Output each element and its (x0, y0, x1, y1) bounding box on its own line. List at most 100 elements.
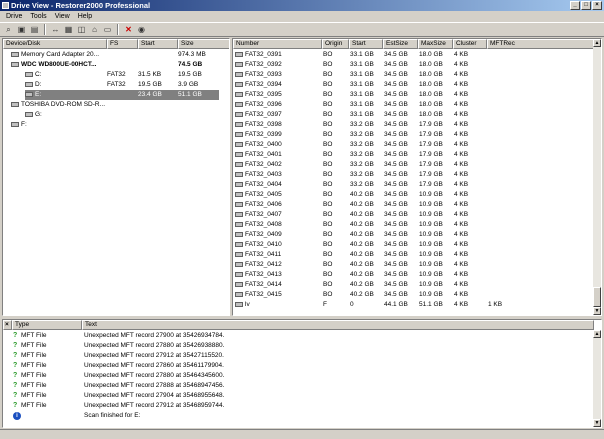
volume-row[interactable]: FAT32_0399 BO 33.2 GB 34.5 GB 17.9 GB 4 KB (233, 130, 593, 140)
scroll-down-button[interactable]: ▼ (593, 419, 601, 427)
menu-drive[interactable]: Drive (2, 11, 26, 22)
vol-number-text: FAT32_0397 (245, 111, 282, 118)
volume-row[interactable]: FAT32_0402 BO 33.2 GB 34.5 GB 17.9 GB 4 KB (233, 160, 593, 170)
drive-row[interactable]: C: FAT32 31.5 KB 19.5 GB (3, 70, 229, 80)
scroll-thumb[interactable] (593, 287, 601, 307)
volume-row[interactable]: lv F 0 44.1 GB 51.1 GB 4 KB 1 KB (233, 300, 593, 310)
drive-row[interactable]: D: FAT32 19.5 GB 3.9 GB (3, 80, 229, 90)
log-row[interactable]: ? MFT File Unexpected MFT record 27860 at … (3, 361, 593, 371)
volume-row[interactable]: FAT32_0392 BO 33.1 GB 34.5 GB 18.0 GB 4 KB (233, 60, 593, 70)
log-type: ? MFT File (13, 361, 83, 371)
vol-cluster: 4 KB (454, 140, 487, 150)
vol-number: FAT32_0406 (235, 200, 322, 210)
volume-scrollbar[interactable]: ▲ ▼ (593, 39, 601, 315)
volume-row[interactable]: FAT32_0405 BO 40.2 GB 34.5 GB 10.9 GB 4 KB (233, 190, 593, 200)
log-scrollbar[interactable]: ▲ ▼ (593, 330, 601, 427)
log-row[interactable]: ? MFT File Unexpected MFT record 27912 at … (3, 401, 593, 411)
volume-row[interactable]: FAT32_0408 BO 40.2 GB 34.5 GB 10.9 GB 4 KB (233, 220, 593, 230)
vol-number: FAT32_0409 (235, 230, 322, 240)
scan-icon[interactable]: ⌕ (3, 24, 14, 35)
log-row[interactable]: ? MFT File Unexpected MFT record 27880 at … (3, 371, 593, 381)
arrows-icon[interactable]: ↔ (50, 24, 61, 35)
scroll-down-button[interactable]: ▼ (593, 307, 601, 315)
volume-icon (235, 91, 243, 97)
vol-start: 40.2 GB (350, 200, 383, 210)
print-icon[interactable]: ▤ (29, 24, 40, 35)
vol-cluster: 4 KB (454, 180, 487, 190)
volume-row[interactable]: FAT32_0407 BO 40.2 GB 34.5 GB 10.9 GB 4 KB (233, 210, 593, 220)
volume-row[interactable]: FAT32_0391 BO 33.1 GB 34.5 GB 18.0 GB 4 KB (233, 50, 593, 60)
scroll-up-button[interactable]: ▲ (593, 330, 601, 338)
vol-origin: BO (323, 100, 349, 110)
volume-row[interactable]: FAT32_0393 BO 33.1 GB 34.5 GB 18.0 GB 4 KB (233, 70, 593, 80)
col-estsize[interactable]: EstSize (383, 39, 418, 49)
folder-icon[interactable]: ⌂ (89, 24, 100, 35)
drive-row[interactable]: Memory Card Adapter 20... 974.3 MB (3, 50, 229, 60)
volume-row[interactable]: FAT32_0400 BO 33.2 GB 34.5 GB 17.9 GB 4 KB (233, 140, 593, 150)
col-maxsize[interactable]: MaxSize (418, 39, 453, 49)
volume-row[interactable]: FAT32_0397 BO 33.1 GB 34.5 GB 18.0 GB 4 KB (233, 110, 593, 120)
vol-estsize-text: 34.5 GB (384, 151, 408, 158)
col-number[interactable]: Number (233, 39, 322, 49)
vol-maxsize: 17.9 GB (419, 130, 453, 140)
open-icon[interactable]: ▣ (16, 24, 27, 35)
volume-row[interactable]: FAT32_0414 BO 40.2 GB 34.5 GB 10.9 GB 4 KB (233, 280, 593, 290)
vol-cluster-text: 4 KB (454, 121, 469, 128)
volume-row[interactable]: FAT32_0412 BO 40.2 GB 34.5 GB 10.9 GB 4 KB (233, 260, 593, 270)
volume-row[interactable]: FAT32_0401 BO 33.2 GB 34.5 GB 17.9 GB 4 KB (233, 150, 593, 160)
drive-row[interactable]: WDC WD800UE-00HCT... 74.5 GB (3, 60, 229, 70)
scroll-up-button[interactable]: ▲ (593, 39, 601, 47)
minimize-button[interactable]: _ (570, 1, 580, 10)
volume-row[interactable]: FAT32_0403 BO 33.2 GB 34.5 GB 17.9 GB 4 KB (233, 170, 593, 180)
menu-tools[interactable]: Tools (26, 11, 50, 22)
menu-help[interactable]: Help (74, 11, 96, 22)
log-row[interactable]: ? MFT File Unexpected MFT record 27880 at … (3, 341, 593, 351)
vol-maxsize: 17.9 GB (419, 170, 453, 180)
col-cluster[interactable]: Cluster (453, 39, 487, 49)
vol-start-text: 33.1 GB (350, 51, 374, 58)
volume-row[interactable]: FAT32_0398 BO 33.2 GB 34.5 GB 17.9 GB 4 KB (233, 120, 593, 130)
maximize-button[interactable]: □ (581, 1, 591, 10)
vol-maxsize-text: 10.9 GB (419, 291, 443, 298)
drive-row[interactable]: E: 23.4 GB 51.1 GB (25, 90, 219, 100)
volume-row[interactable]: FAT32_0415 BO 40.2 GB 34.5 GB 10.9 GB 4 KB (233, 290, 593, 300)
vol-estsize-text: 34.5 GB (384, 101, 408, 108)
log-row[interactable]: ? MFT File Unexpected MFT record 27912 at … (3, 351, 593, 361)
vol-start-text: 40.2 GB (350, 211, 374, 218)
col-fs[interactable]: FS (107, 39, 138, 49)
disk-icon[interactable]: ◫ (76, 24, 87, 35)
col-start[interactable]: Start (138, 39, 178, 49)
volume-row[interactable]: FAT32_0404 BO 33.2 GB 34.5 GB 17.9 GB 4 KB (233, 180, 593, 190)
volume-row[interactable]: FAT32_0406 BO 40.2 GB 34.5 GB 10.9 GB 4 KB (233, 200, 593, 210)
col-start[interactable]: Start (349, 39, 383, 49)
col-origin[interactable]: Origin (322, 39, 349, 49)
col-text[interactable]: Text (82, 320, 594, 330)
menu-view[interactable]: View (51, 11, 74, 22)
volume-row[interactable]: FAT32_0410 BO 40.2 GB 34.5 GB 10.9 GB 4 KB (233, 240, 593, 250)
properties-icon[interactable]: ◉ (136, 24, 147, 35)
drive-row[interactable]: TOSHIBA DVD-ROM SD-R... (3, 100, 229, 110)
col-type[interactable]: Type (12, 320, 82, 330)
volume-row[interactable]: FAT32_0396 BO 33.1 GB 34.5 GB 18.0 GB 4 KB (233, 100, 593, 110)
volume-row[interactable]: FAT32_0413 BO 40.2 GB 34.5 GB 10.9 GB 4 KB (233, 270, 593, 280)
delete-icon[interactable]: ✕ (123, 24, 134, 35)
col-device-disk[interactable]: Device/Disk (3, 39, 107, 49)
log-row[interactable]: ? MFT File Unexpected MFT record 27900 at … (3, 331, 593, 341)
vol-estsize-text: 34.5 GB (384, 191, 408, 198)
log-row[interactable]: ? MFT File Unexpected MFT record 27904 at … (3, 391, 593, 401)
volume-row[interactable]: FAT32_0411 BO 40.2 GB 34.5 GB 10.9 GB 4 KB (233, 250, 593, 260)
vol-cluster-text: 4 KB (454, 141, 469, 148)
volume-row[interactable]: FAT32_0409 BO 40.2 GB 34.5 GB 10.9 GB 4 KB (233, 230, 593, 240)
save-icon[interactable]: ▦ (63, 24, 74, 35)
close-button[interactable]: × (592, 1, 602, 10)
close-log-icon[interactable]: × (3, 320, 12, 330)
col-size[interactable]: Size (178, 39, 229, 49)
log-row[interactable]: ? MFT File Unexpected MFT record 27888 at … (3, 381, 593, 391)
volume-row[interactable]: FAT32_0395 BO 33.1 GB 34.5 GB 18.0 GB 4 KB (233, 90, 593, 100)
drive-row[interactable]: G: (3, 110, 229, 120)
drive-row[interactable]: F: (3, 120, 229, 130)
log-row[interactable]: i Scan finished for E: (3, 411, 593, 421)
export-icon[interactable]: ▭ (102, 24, 113, 35)
volume-row[interactable]: FAT32_0394 BO 33.1 GB 34.5 GB 18.0 GB 4 KB (233, 80, 593, 90)
col-mftrec[interactable]: MFTRec (487, 39, 594, 49)
